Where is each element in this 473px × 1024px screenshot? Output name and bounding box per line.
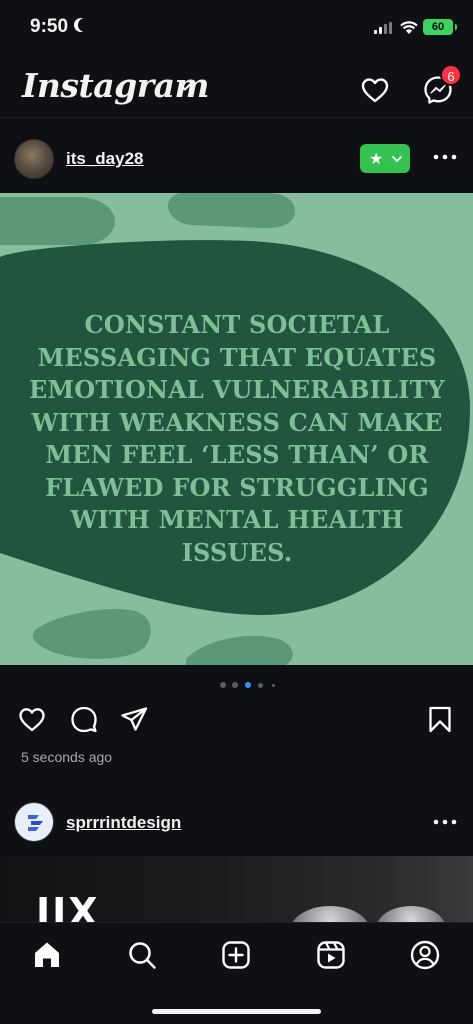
carousel-dot	[220, 682, 226, 688]
home-indicator[interactable]	[152, 1009, 321, 1014]
bookmark-icon[interactable]	[425, 704, 455, 734]
chevron-down-icon[interactable]	[178, 80, 192, 94]
carousel-dot-active	[245, 682, 251, 688]
post-timestamp: 5 seconds ago	[21, 749, 113, 765]
post-quote-text: CONSTANT SOCIETAL MESSAGING THAT EQUATES…	[29, 310, 445, 567]
post-image[interactable]: CONSTANT SOCIETAL MESSAGING THAT EQUATES…	[0, 193, 473, 665]
wifi-icon	[400, 21, 418, 34]
app-header: Instagram 6	[0, 56, 473, 118]
status-time: 9:50	[30, 16, 69, 37]
post-header: its_day28 ★	[0, 119, 473, 193]
heart-icon[interactable]	[359, 74, 391, 106]
comment-icon[interactable]	[69, 704, 99, 734]
post-username[interactable]: its_day28	[66, 149, 144, 169]
carousel-dot	[232, 682, 238, 688]
status-bar: 9:50 60	[0, 0, 473, 56]
avatar[interactable]	[14, 139, 54, 179]
heart-icon[interactable]	[17, 704, 47, 734]
moon-icon	[78, 18, 92, 32]
reels-icon[interactable]	[315, 939, 347, 971]
chevron-down-icon	[392, 156, 402, 162]
carousel-indicator	[0, 680, 473, 690]
bottom-tab-bar	[0, 922, 473, 1024]
home-icon[interactable]	[31, 939, 63, 971]
carousel-dot	[258, 683, 263, 688]
brand-logo-icon	[28, 815, 43, 831]
post-image-text: IIX	[36, 890, 100, 924]
signal-icon	[374, 22, 394, 34]
post-username[interactable]: sprrrintdesign	[66, 813, 181, 833]
carousel-dot	[272, 684, 275, 687]
profile-icon[interactable]	[409, 939, 441, 971]
create-icon[interactable]	[220, 939, 252, 971]
avatar[interactable]	[14, 802, 54, 842]
battery-indicator: 60	[423, 19, 457, 35]
message-badge: 6	[440, 64, 462, 86]
more-icon[interactable]	[432, 153, 458, 161]
post-image[interactable]: IIX	[0, 856, 473, 924]
share-icon[interactable]	[119, 704, 149, 734]
search-icon[interactable]	[126, 939, 158, 971]
post-header: sprrrintdesign	[0, 790, 473, 856]
more-icon[interactable]	[432, 818, 458, 826]
star-icon: ★	[369, 151, 384, 168]
favorite-button[interactable]: ★	[360, 144, 410, 173]
